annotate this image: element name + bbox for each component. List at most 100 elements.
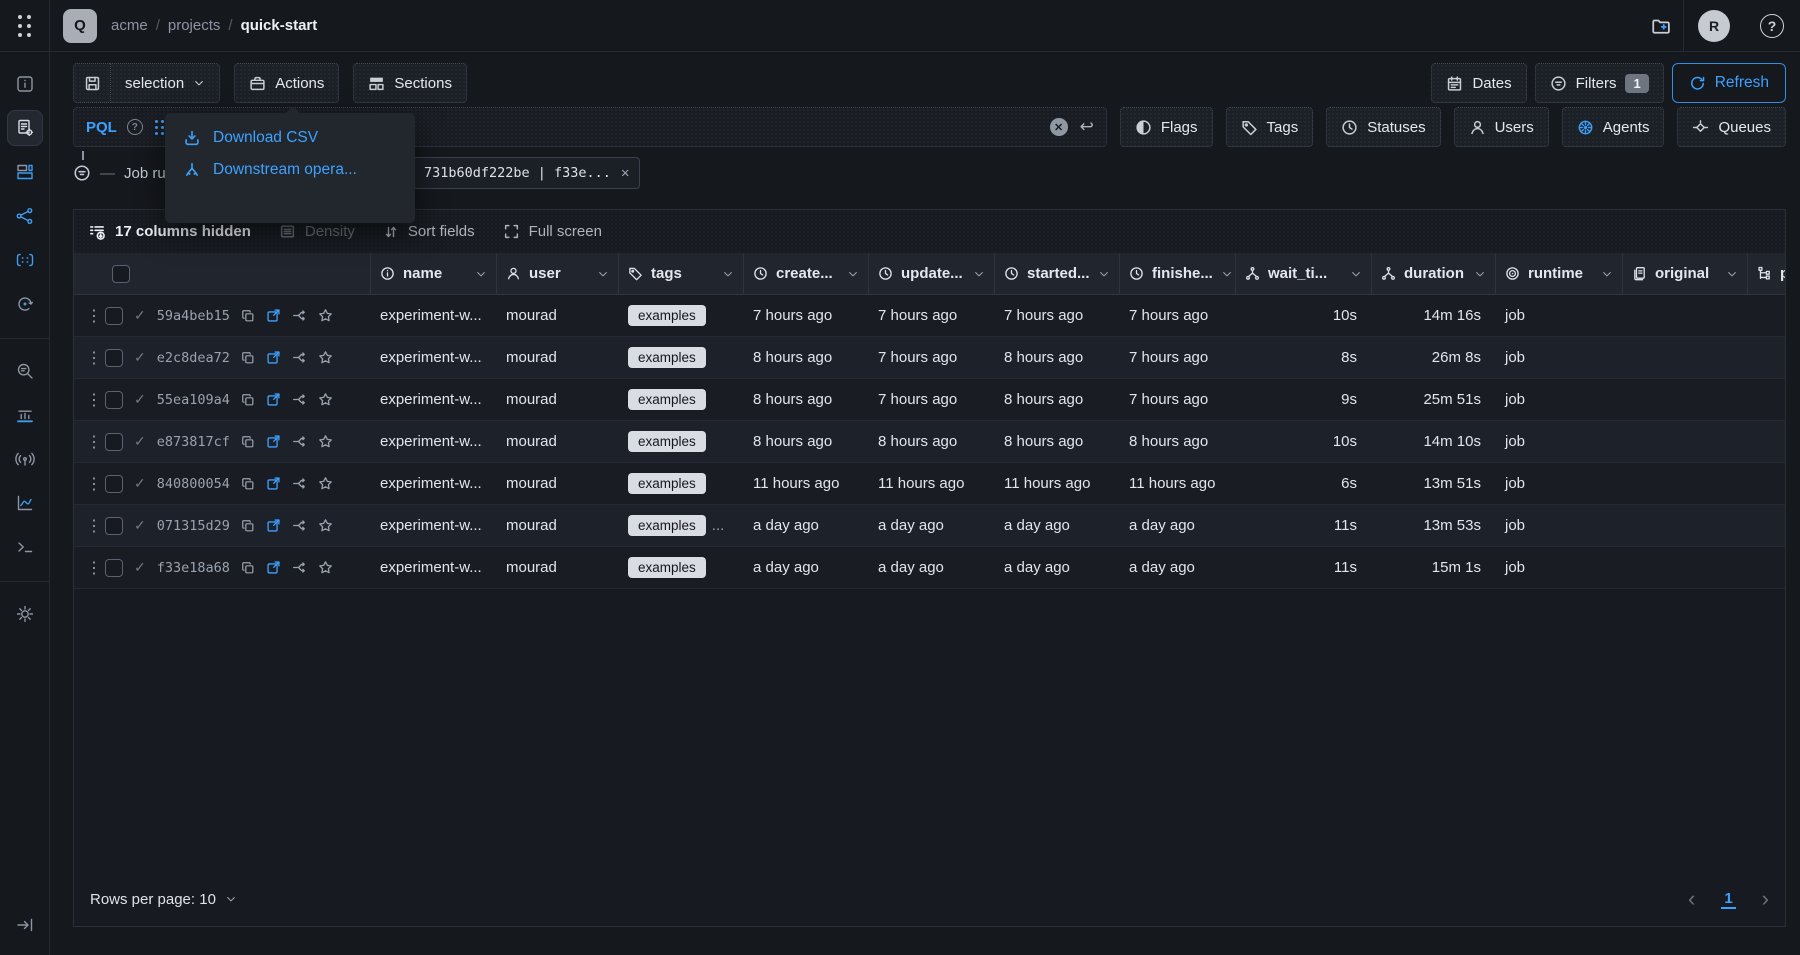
next-page-icon[interactable]: › bbox=[1762, 888, 1769, 910]
menu-item-download-csv[interactable]: Download CSV bbox=[183, 129, 397, 147]
rows-per-page-select[interactable]: Rows per page: 10 bbox=[90, 891, 237, 908]
open-run-icon[interactable] bbox=[266, 434, 281, 449]
row-menu-icon[interactable]: ⋮ bbox=[86, 558, 94, 578]
chevron-down-icon[interactable] bbox=[475, 268, 487, 280]
chevron-down-icon[interactable] bbox=[1474, 268, 1486, 280]
row-checkbox[interactable] bbox=[105, 475, 123, 493]
filter-value-chip[interactable]: 731b60df222be | f33e... ✕ bbox=[413, 157, 640, 189]
row-menu-icon[interactable]: ⋮ bbox=[86, 390, 94, 410]
column-header-runtime[interactable]: runtime bbox=[1495, 253, 1622, 294]
copy-id-icon[interactable] bbox=[241, 393, 255, 407]
copy-id-icon[interactable] bbox=[241, 519, 255, 533]
chevron-down-icon[interactable] bbox=[973, 268, 985, 280]
save-view-button[interactable] bbox=[73, 63, 111, 103]
chevron-down-icon[interactable] bbox=[847, 268, 859, 280]
lineage-icon[interactable] bbox=[292, 350, 307, 365]
copy-id-icon[interactable] bbox=[241, 561, 255, 575]
lineage-icon[interactable] bbox=[292, 518, 307, 533]
column-header-original[interactable]: original bbox=[1622, 253, 1747, 294]
row-checkbox[interactable] bbox=[105, 391, 123, 409]
cell-name[interactable]: experiment-w... bbox=[370, 463, 496, 504]
star-icon[interactable] bbox=[318, 350, 333, 365]
sidebar-item-terminal[interactable] bbox=[7, 529, 43, 565]
sidebar-item-settings[interactable] bbox=[7, 596, 43, 632]
column-header-duration[interactable]: duration bbox=[1371, 253, 1495, 294]
column-header-pip[interactable]: pip bbox=[1747, 253, 1785, 294]
star-icon[interactable] bbox=[318, 392, 333, 407]
undo-icon[interactable]: ↩ bbox=[1080, 117, 1094, 137]
lineage-icon[interactable] bbox=[292, 476, 307, 491]
statuses-filter-button[interactable]: Statuses bbox=[1326, 107, 1440, 147]
chevron-down-icon[interactable] bbox=[597, 268, 609, 280]
cell-name[interactable]: experiment-w... bbox=[370, 379, 496, 420]
current-page[interactable]: 1 bbox=[1721, 890, 1735, 909]
sidebar-item-charts[interactable] bbox=[7, 485, 43, 521]
sidebar-item-lineage[interactable] bbox=[7, 198, 43, 234]
chevron-down-icon[interactable] bbox=[1601, 268, 1613, 280]
row-checkbox[interactable] bbox=[105, 559, 123, 577]
open-run-icon[interactable] bbox=[266, 476, 281, 491]
sidebar-item-search-logs[interactable] bbox=[7, 353, 43, 389]
sidebar-item-sync[interactable] bbox=[7, 286, 43, 322]
sidebar-item-metrics[interactable] bbox=[7, 397, 43, 433]
copy-id-icon[interactable] bbox=[241, 309, 255, 323]
chevron-down-icon[interactable] bbox=[1726, 268, 1738, 280]
star-icon[interactable] bbox=[318, 518, 333, 533]
open-run-icon[interactable] bbox=[266, 518, 281, 533]
chevron-down-icon[interactable] bbox=[722, 268, 734, 280]
open-run-icon[interactable] bbox=[266, 308, 281, 323]
selection-dropdown[interactable]: selection bbox=[110, 63, 220, 103]
row-checkbox[interactable] bbox=[105, 433, 123, 451]
dates-button[interactable]: Dates bbox=[1431, 63, 1526, 103]
chevron-down-icon[interactable] bbox=[1098, 268, 1110, 280]
users-filter-button[interactable]: Users bbox=[1454, 107, 1549, 147]
star-icon[interactable] bbox=[318, 308, 333, 323]
column-header-user[interactable]: user bbox=[496, 253, 618, 294]
sidebar-expand-button[interactable] bbox=[7, 907, 43, 943]
density-button[interactable]: Density bbox=[279, 223, 355, 240]
sidebar-item-monitoring[interactable] bbox=[7, 441, 43, 477]
sections-button[interactable]: Sections bbox=[353, 63, 467, 103]
open-run-icon[interactable] bbox=[266, 350, 281, 365]
sidebar-item-dashboard[interactable] bbox=[7, 154, 43, 190]
chevron-down-icon[interactable] bbox=[1350, 268, 1362, 280]
column-header-created[interactable]: create... bbox=[743, 253, 868, 294]
menu-item-downstream-operations[interactable]: Downstream opera... bbox=[183, 161, 397, 179]
column-header-updated[interactable]: update... bbox=[868, 253, 994, 294]
app-menu-button[interactable] bbox=[0, 0, 50, 51]
new-project-button[interactable] bbox=[1639, 0, 1683, 51]
lineage-icon[interactable] bbox=[292, 392, 307, 407]
prev-page-icon[interactable]: ‹ bbox=[1688, 888, 1695, 910]
row-checkbox[interactable] bbox=[105, 307, 123, 325]
breadcrumb-org[interactable]: acme bbox=[111, 17, 148, 34]
sort-fields-button[interactable]: Sort fields bbox=[383, 223, 475, 240]
chip-close-icon[interactable]: ✕ bbox=[621, 165, 629, 181]
column-header-started[interactable]: started... bbox=[994, 253, 1119, 294]
column-header-wait_time[interactable]: wait_ti... bbox=[1235, 253, 1371, 294]
full-screen-button[interactable]: Full screen bbox=[503, 223, 602, 240]
refresh-button[interactable]: Refresh bbox=[1672, 63, 1786, 103]
drag-handle-icon[interactable] bbox=[155, 120, 164, 135]
row-menu-icon[interactable]: ⋮ bbox=[86, 306, 94, 326]
copy-id-icon[interactable] bbox=[241, 477, 255, 491]
column-header-tags[interactable]: tags bbox=[618, 253, 743, 294]
chevron-down-icon[interactable] bbox=[1221, 268, 1233, 280]
row-menu-icon[interactable]: ⋮ bbox=[86, 432, 94, 452]
sidebar-item-info[interactable] bbox=[7, 66, 43, 102]
actions-button[interactable]: Actions bbox=[234, 63, 339, 103]
select-all-checkbox[interactable] bbox=[112, 265, 130, 283]
copy-id-icon[interactable] bbox=[241, 435, 255, 449]
breadcrumb-projects[interactable]: projects bbox=[168, 17, 221, 34]
open-run-icon[interactable] bbox=[266, 392, 281, 407]
row-menu-icon[interactable]: ⋮ bbox=[86, 474, 94, 494]
row-menu-icon[interactable]: ⋮ bbox=[86, 516, 94, 536]
product-logo[interactable]: Q bbox=[63, 9, 97, 43]
tags-filter-button[interactable]: Tags bbox=[1226, 107, 1314, 147]
lineage-icon[interactable] bbox=[292, 434, 307, 449]
cell-name[interactable]: experiment-w... bbox=[370, 421, 496, 462]
row-menu-icon[interactable]: ⋮ bbox=[86, 348, 94, 368]
agents-filter-button[interactable]: Agents bbox=[1562, 107, 1665, 147]
pql-help-icon[interactable]: ? bbox=[127, 119, 143, 135]
cell-name[interactable]: experiment-w... bbox=[370, 547, 496, 588]
flags-filter-button[interactable]: Flags bbox=[1120, 107, 1213, 147]
